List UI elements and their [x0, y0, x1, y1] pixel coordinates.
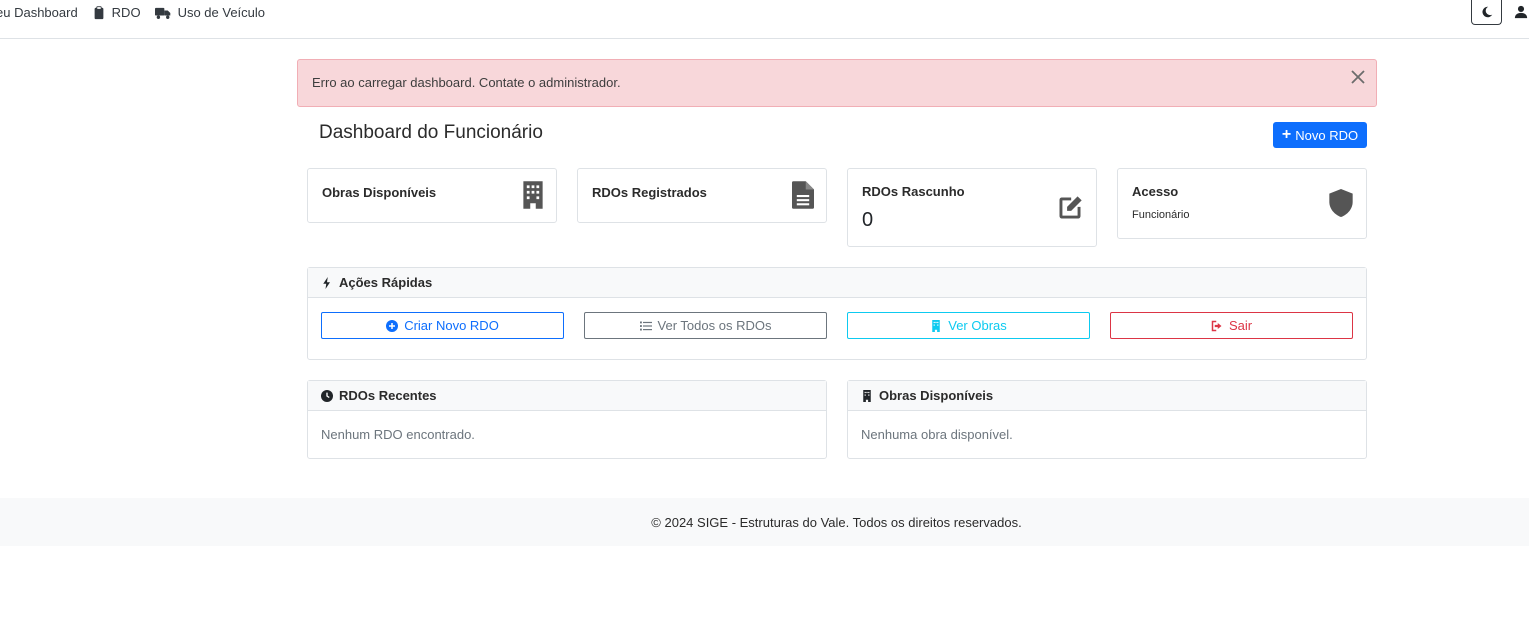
stat-card-rdos-rascunho: RDOs Rascunho 0	[847, 168, 1097, 247]
clock-icon	[321, 389, 333, 402]
nav-item-label: RDO	[111, 5, 141, 20]
quick-actions-title: Ações Rápidas	[339, 275, 433, 290]
building-icon	[863, 389, 871, 402]
moon-icon	[1481, 6, 1492, 18]
stat-label: RDOs Registrados	[592, 185, 707, 200]
stat-card-rdos-registrados: RDOs Registrados	[577, 168, 827, 223]
stat-label: Obras Disponíveis	[322, 185, 437, 200]
nav-item-label: eu Dashboard	[0, 5, 78, 20]
view-obras-button-label: Ver Obras	[948, 318, 1007, 333]
logout-button[interactable]: Sair	[1110, 312, 1353, 339]
available-obras-card: Obras Disponíveis Nenhuma obra disponíve…	[847, 380, 1367, 459]
page-title: Dashboard do Funcionário	[319, 122, 543, 143]
footer-text: © 2024 SIGE - Estruturas do Vale. Todos …	[651, 514, 1022, 530]
view-all-rdos-button-label: Ver Todos os RDOs	[657, 318, 772, 333]
nav-item-rdo[interactable]: RDO	[92, 5, 141, 20]
stat-label: RDOs Rascunho	[862, 184, 965, 199]
stat-card-acesso: Acesso Funcionário	[1117, 168, 1367, 239]
new-rdo-button[interactable]: + Novo RDO	[1273, 122, 1367, 148]
page-footer: © 2024 SIGE - Estruturas do Vale. Todos …	[0, 498, 1529, 546]
stat-label: Acesso	[1132, 184, 1179, 199]
top-navbar: eu Dashboard RDO Uso de Veículo	[0, 0, 1529, 39]
edit-icon	[1056, 194, 1084, 225]
available-obras-empty-text: Nenhuma obra disponível.	[861, 427, 1013, 442]
alert-message: Erro ao carregar dashboard. Contate o ad…	[312, 75, 621, 90]
nav-item-label: Uso de Veículo	[177, 5, 266, 20]
sign-out-icon	[1211, 320, 1222, 331]
available-obras-title: Obras Disponíveis	[879, 388, 994, 403]
building-icon	[932, 319, 940, 332]
alert-close-button[interactable]	[1350, 69, 1366, 85]
recent-rdos-empty-text: Nenhum RDO encontrado.	[321, 427, 475, 442]
stat-value: 0	[862, 209, 874, 231]
create-rdo-button-label: Criar Novo RDO	[404, 318, 499, 333]
create-rdo-button[interactable]: Criar Novo RDO	[321, 312, 564, 339]
nav-links: eu Dashboard RDO Uso de Veículo	[0, 5, 265, 20]
nav-item-uso-veiculo[interactable]: Uso de Veículo	[154, 5, 266, 20]
shield-icon	[1328, 189, 1354, 220]
user-menu-button[interactable]	[1514, 5, 1528, 19]
document-icon	[792, 181, 814, 212]
truck-icon	[154, 7, 170, 19]
list-icon	[639, 321, 652, 330]
recent-rdos-card: RDOs Recentes Nenhum RDO encontrado.	[307, 380, 827, 459]
building-icon	[522, 181, 544, 212]
plus-icon: +	[1281, 126, 1292, 143]
nav-item-dashboard[interactable]: eu Dashboard	[0, 5, 78, 20]
stat-sub: Funcionário	[1132, 209, 1190, 221]
error-alert: Erro ao carregar dashboard. Contate o ad…	[297, 59, 1377, 107]
clipboard-icon	[94, 5, 104, 19]
view-obras-button[interactable]: Ver Obras	[847, 312, 1090, 339]
new-rdo-button-label: Novo RDO	[1295, 127, 1359, 143]
close-icon	[1351, 70, 1365, 84]
stat-card-obras: Obras Disponíveis	[307, 168, 557, 223]
bolt-icon	[323, 276, 330, 289]
recent-rdos-header: RDOs Recentes	[308, 381, 826, 411]
available-obras-header: Obras Disponíveis	[848, 381, 1366, 411]
quick-actions-card: Ações Rápidas Criar Novo RDO Ver Todos o…	[307, 267, 1367, 360]
quick-actions-header: Ações Rápidas	[308, 268, 1366, 298]
view-all-rdos-button[interactable]: Ver Todos os RDOs	[584, 312, 827, 339]
logout-button-label: Sair	[1228, 318, 1253, 333]
plus-circle-icon	[386, 319, 399, 332]
user-icon	[1514, 5, 1528, 19]
theme-toggle-button[interactable]	[1471, 0, 1502, 25]
recent-rdos-title: RDOs Recentes	[339, 388, 437, 403]
